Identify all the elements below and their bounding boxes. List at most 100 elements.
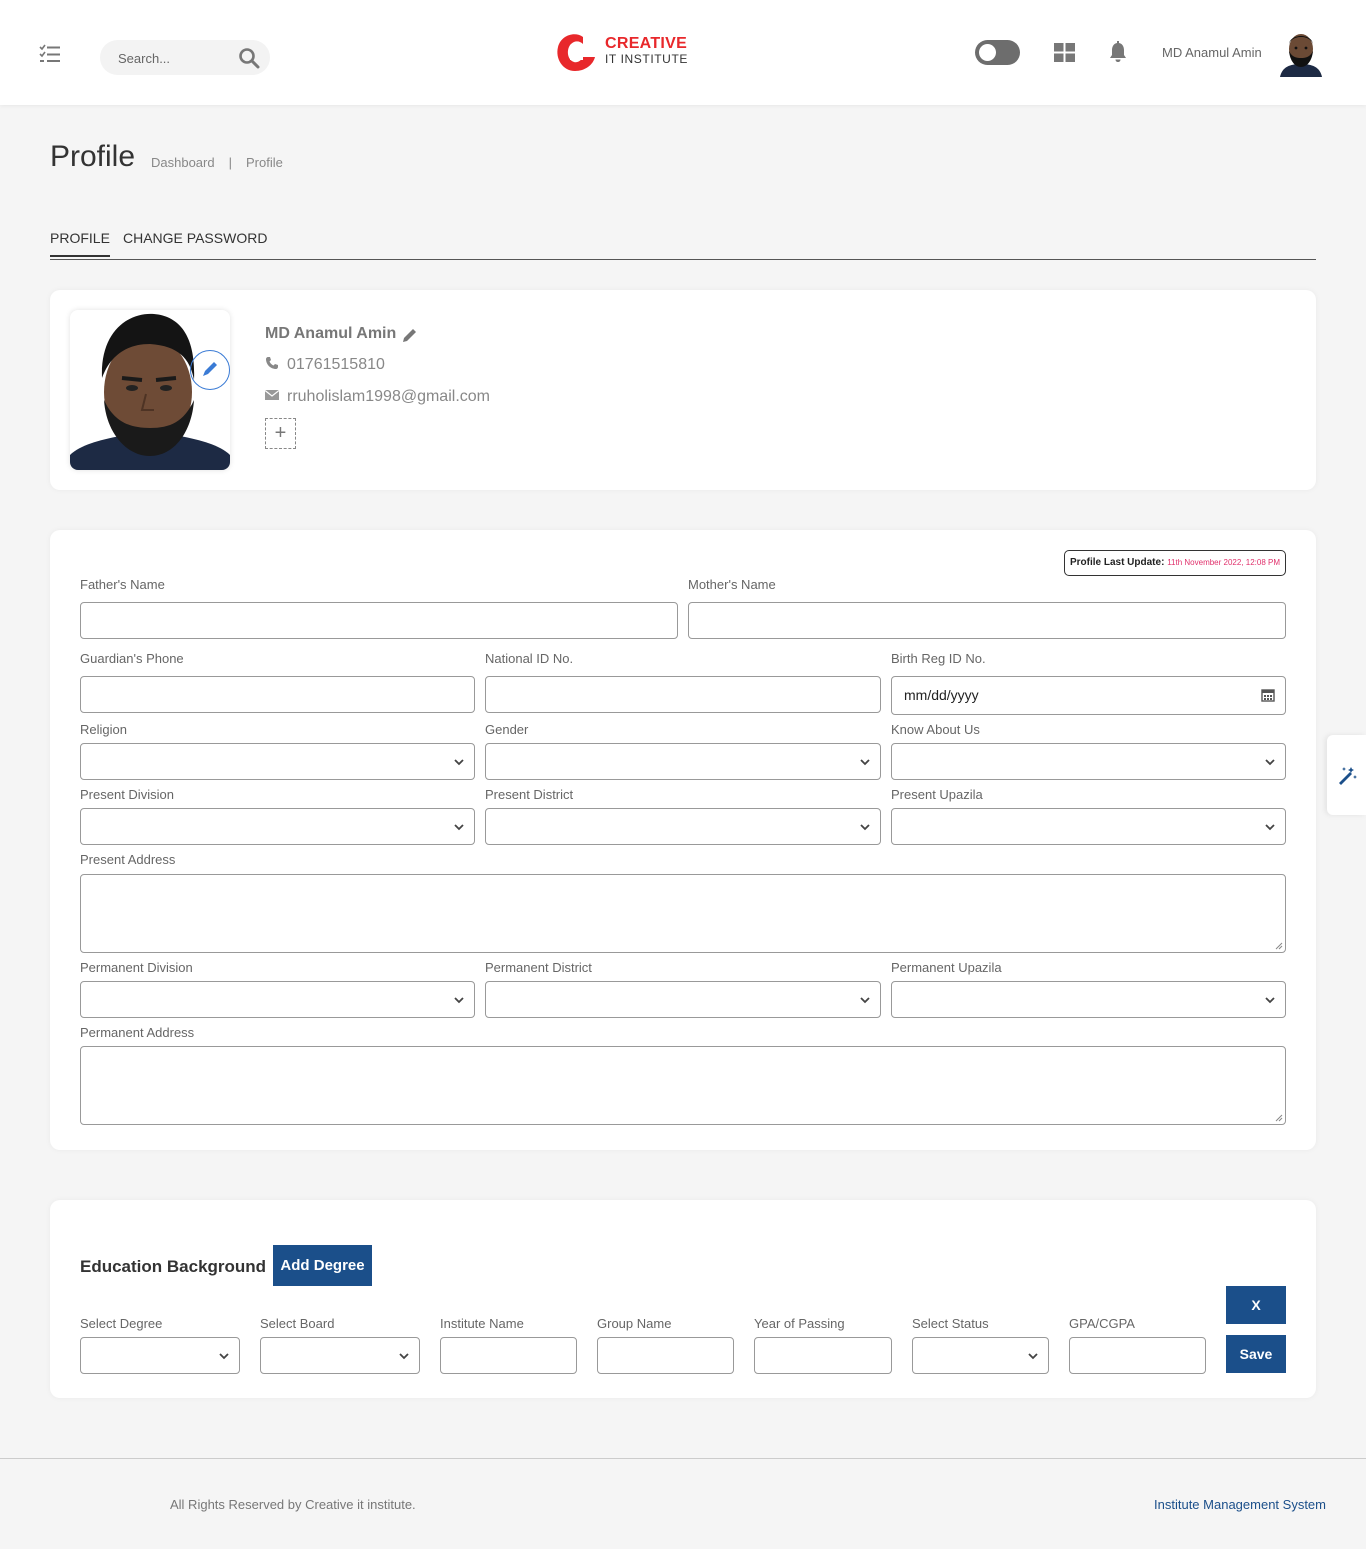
select-board-label: Select Board: [260, 1316, 335, 1331]
gpa-input[interactable]: [1070, 1338, 1205, 1373]
know-about-label: Know About Us: [891, 722, 980, 737]
institute-name-input[interactable]: [441, 1338, 576, 1373]
national-id-input[interactable]: [486, 677, 880, 712]
logo-text-secondary: IT INSTITUTE: [605, 52, 688, 66]
bell-icon[interactable]: [1108, 41, 1128, 63]
header-user-name[interactable]: MD Anamul Amin: [1162, 45, 1262, 60]
group-name-input[interactable]: [598, 1338, 733, 1373]
guardian-phone-field[interactable]: [80, 676, 475, 713]
profile-summary-card: MD Anamul Amin 01761515810 rruholislam19…: [50, 290, 1316, 490]
national-id-field[interactable]: [485, 676, 881, 713]
guardian-phone-label: Guardian's Phone: [80, 651, 184, 666]
theme-toggle[interactable]: [975, 40, 1020, 65]
select-degree-label: Select Degree: [80, 1316, 163, 1331]
permanent-district-select[interactable]: [485, 981, 881, 1018]
group-name-label: Group Name: [597, 1316, 672, 1331]
birth-reg-date-field[interactable]: mm/dd/yyyy: [891, 676, 1286, 715]
pencil-icon[interactable]: [402, 327, 418, 343]
magic-wand-icon: [1339, 767, 1357, 785]
breadcrumb-separator: |: [228, 155, 232, 170]
profile-details-form: Profile Last Update: 11th November 2022,…: [50, 530, 1316, 1150]
tab-change-password[interactable]: CHANGE PASSWORD: [123, 230, 267, 246]
permanent-division-select[interactable]: [80, 981, 475, 1018]
mothers-name-field[interactable]: [688, 602, 1286, 639]
guardian-phone-input[interactable]: [81, 677, 474, 712]
present-upazila-label: Present Upazila: [891, 787, 983, 802]
search-icon[interactable]: [238, 47, 260, 69]
remove-degree-button[interactable]: X: [1226, 1286, 1286, 1324]
plus-icon: +: [274, 422, 287, 444]
chevron-down-icon: [1265, 997, 1275, 1004]
tab-profile[interactable]: PROFILE: [50, 230, 110, 257]
know-about-select[interactable]: [891, 743, 1286, 780]
present-division-label: Present Division: [80, 787, 174, 802]
menu-list-icon[interactable]: [38, 44, 62, 64]
phone-icon: [266, 357, 278, 369]
toggle-knob: [979, 44, 996, 61]
present-district-select[interactable]: [485, 808, 881, 845]
photo-edit-button[interactable]: [190, 350, 230, 390]
gender-select[interactable]: [485, 743, 881, 780]
profile-photo: [70, 310, 230, 470]
national-id-label: National ID No.: [485, 651, 574, 666]
board-select[interactable]: [260, 1337, 420, 1374]
present-division-select[interactable]: [80, 808, 475, 845]
fathers-name-input[interactable]: [81, 603, 677, 638]
last-update-label: Profile Last Update:: [1069, 557, 1165, 568]
add-degree-button[interactable]: Add Degree: [273, 1245, 372, 1286]
year-of-passing-input[interactable]: [755, 1338, 891, 1373]
permanent-upazila-select[interactable]: [891, 981, 1286, 1018]
present-district-label: Present District: [485, 787, 574, 802]
logo-text-primary: CREATIVE: [605, 35, 688, 52]
mothers-name-input[interactable]: [689, 603, 1285, 638]
gpa-field[interactable]: [1069, 1337, 1206, 1374]
status-select[interactable]: [912, 1337, 1049, 1374]
customizer-toggle[interactable]: [1327, 735, 1366, 815]
profile-email-text: rruholislam1998@gmail.com: [287, 388, 490, 405]
degree-select[interactable]: [80, 1337, 240, 1374]
institute-name-field[interactable]: [440, 1337, 577, 1374]
permanent-division-label: Permanent Division: [80, 960, 193, 975]
year-of-passing-label: Year of Passing: [754, 1316, 845, 1331]
page-footer: All Rights Reserved by Creative it insti…: [0, 1458, 1366, 1549]
profile-phone-text: 01761515810: [287, 356, 385, 373]
resize-handle-icon[interactable]: [1275, 1114, 1283, 1122]
page-title: Profile: [50, 140, 136, 173]
present-upazila-select[interactable]: [891, 808, 1286, 845]
resize-handle-icon[interactable]: [1275, 942, 1283, 950]
breadcrumb-profile: Profile: [246, 155, 283, 170]
chevron-down-icon: [454, 997, 464, 1004]
brand-logo[interactable]: CREATIVE IT INSTITUTE: [553, 27, 693, 73]
calendar-icon[interactable]: [1261, 688, 1275, 702]
education-background-card: Education Background Add Degree Select D…: [50, 1200, 1316, 1398]
chevron-down-icon: [1265, 824, 1275, 831]
chevron-down-icon: [1265, 759, 1275, 766]
user-avatar[interactable]: [1280, 27, 1322, 77]
search-input[interactable]: [118, 48, 228, 68]
grid-icon[interactable]: [1054, 43, 1075, 62]
gender-label: Gender: [485, 722, 529, 737]
religion-select[interactable]: [80, 743, 475, 780]
breadcrumb-dashboard[interactable]: Dashboard: [151, 155, 215, 170]
footer-system-name[interactable]: Institute Management System: [1154, 1497, 1326, 1512]
present-address-textarea[interactable]: [80, 874, 1286, 953]
chevron-down-icon: [454, 824, 464, 831]
mothers-name-label: Mother's Name: [688, 577, 776, 592]
last-update-value: 11th November 2022, 12:08 PM: [1167, 558, 1280, 567]
footer-copyright: All Rights Reserved by Creative it insti…: [170, 1497, 416, 1512]
year-of-passing-field[interactable]: [754, 1337, 892, 1374]
education-title: Education Background: [80, 1257, 267, 1276]
chevron-down-icon: [399, 1353, 409, 1360]
permanent-address-textarea[interactable]: [80, 1046, 1286, 1125]
group-name-field[interactable]: [597, 1337, 734, 1374]
fathers-name-field[interactable]: [80, 602, 678, 639]
chevron-down-icon: [219, 1353, 229, 1360]
institute-name-label: Institute Name: [440, 1316, 524, 1331]
logo-mark-icon: [557, 34, 595, 71]
save-degree-button[interactable]: Save: [1226, 1335, 1286, 1373]
permanent-upazila-label: Permanent Upazila: [891, 960, 1002, 975]
permanent-district-label: Permanent District: [485, 960, 592, 975]
envelope-icon: [265, 390, 279, 400]
profile-email: rruholislam1998@gmail.com: [265, 388, 490, 406]
add-contact-button[interactable]: +: [265, 418, 296, 449]
